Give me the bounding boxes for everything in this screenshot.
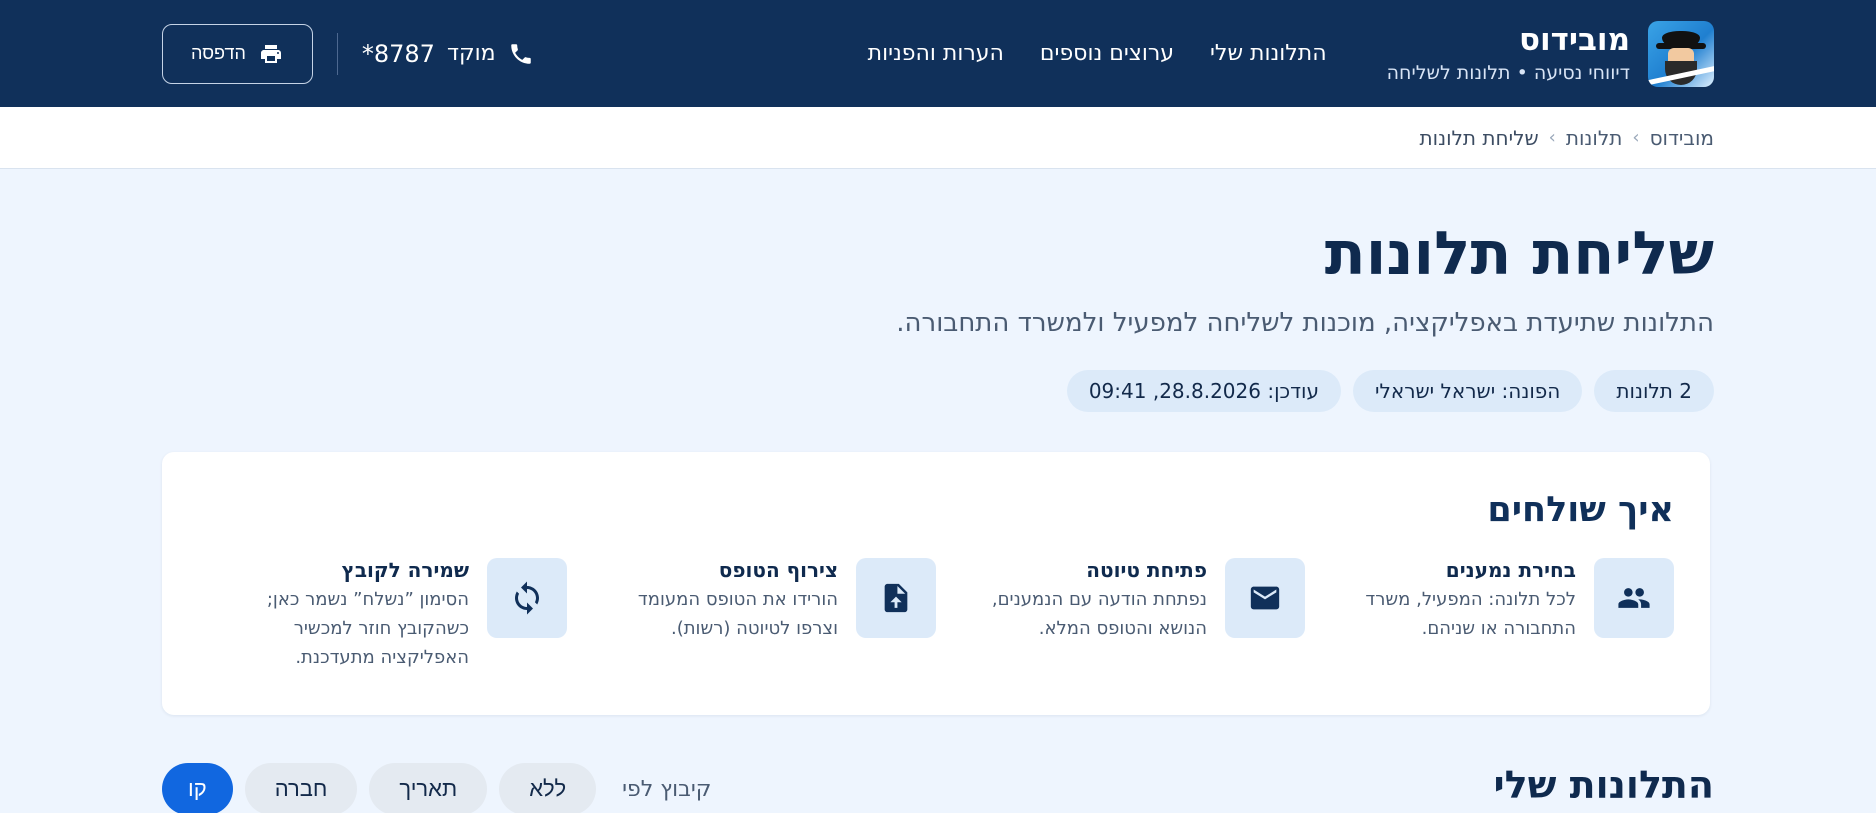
page-title: שליחת תלונות (1324, 219, 1714, 289)
nav-more-channels[interactable]: ערוצים נוספים (1040, 41, 1174, 66)
breadcrumb: מובידוס › תלונות › שליחת תלונות (0, 107, 1876, 169)
hotline-number: *8787 (361, 39, 435, 68)
step-description: לכל תלונה: המפעיל, משרד התחבורה או שניהם… (1365, 589, 1576, 639)
main-nav: התלונות שלי ערוצים נוספים הערות והפניות (868, 41, 1327, 66)
group-option-line[interactable]: קו (162, 763, 233, 813)
group-option-company[interactable]: חברה (244, 763, 358, 813)
step-description: הסימון ”נשלח” נשמר כאן; כשהקובץ חוזר למכ… (266, 589, 469, 668)
step-title: פתיחת טיוטה (1086, 558, 1207, 582)
chip-count: 2 תלונות (1594, 370, 1714, 412)
group-option-date[interactable]: תאריך (369, 763, 488, 813)
group-by-control: קו חברה תאריך ללא קיבוץ לפי (162, 763, 711, 813)
brand-name: מובידוס (1518, 22, 1630, 59)
step-open-draft: פתיחת טיוטה נפתחת הודעה עם הנמענים, הנוש… (936, 558, 1305, 672)
group-option-none[interactable]: ללא (499, 763, 597, 813)
printer-icon (260, 44, 281, 63)
step-title: בחירת נמענים (1445, 558, 1576, 582)
nav-my-complaints[interactable]: התלונות שלי (1210, 41, 1327, 66)
header-actions: מוקד *8787 הדפסה (162, 23, 534, 84)
brand-logo (1648, 20, 1714, 87)
how-to-send-card: איך שולחים בחירת נמענים לכל תלונה: המפעי… (162, 452, 1710, 715)
people-icon (1594, 558, 1674, 638)
header-divider (336, 32, 338, 75)
top-header: מובידוס דיווחי נסיעה • תלונות לשליחה התל… (0, 0, 1876, 107)
nav-notes-referrals[interactable]: הערות והפניות (868, 41, 1004, 66)
info-chips: 2 תלונות הפונה: ישראל ישראלי עודכן: 28.8… (1066, 370, 1714, 412)
sync-icon (487, 558, 567, 638)
file-upload-icon (856, 558, 936, 638)
page-subtitle: התלונות שתיעדת באפליקציה, מוכנות לשליחה … (896, 308, 1714, 338)
hotline-label: מוקד (446, 41, 496, 66)
step-title: שמירה לקובץ (341, 558, 469, 582)
step-attach-form: צירוף הטופס הורידו את הטופס המעומד וצרפו… (567, 558, 936, 672)
hotline[interactable]: מוקד *8787 (362, 40, 534, 68)
chip-applicant: הפונה: ישראל ישראלי (1353, 370, 1583, 412)
step-description: נפתחת הודעה עם הנמענים, הנושא והטופס המל… (991, 589, 1207, 639)
step-description: הורידו את הטופס המעומד וצרפו לטיוטה (רשו… (637, 589, 838, 639)
step-title: צירוף הטופס (718, 558, 838, 582)
print-label: הדפסה (191, 43, 246, 63)
envelope-icon (1225, 558, 1305, 638)
my-complaints-title: התלונות שלי (1493, 763, 1714, 807)
step-save-to-file: שמירה לקובץ הסימון ”נשלח” נשמר כאן; כשהק… (198, 558, 567, 672)
breadcrumb-item-current: שליחת תלונות (1419, 125, 1539, 150)
chevron-left-icon: › (1548, 127, 1556, 148)
steps-list: בחירת נמענים לכל תלונה: המפעיל, משרד התח… (198, 558, 1674, 672)
brand[interactable]: מובידוס דיווחי נסיעה • תלונות לשליחה (1386, 20, 1714, 87)
breadcrumb-item-home[interactable]: מובידוס (1650, 126, 1714, 150)
how-to-title: איך שולחים (1487, 490, 1674, 530)
brand-tagline: דיווחי נסיעה • תלונות לשליחה (1386, 61, 1630, 84)
print-button[interactable]: הדפסה (162, 23, 313, 84)
chevron-left-icon: › (1632, 127, 1640, 148)
breadcrumb-item-complaints[interactable]: תלונות (1566, 126, 1623, 150)
chip-updated: עודכן: 28.8.2026, 09:41 (1066, 370, 1341, 412)
group-by-label: קיבוץ לפי (622, 776, 712, 802)
step-choose-recipients: בחירת נמענים לכל תלונה: המפעיל, משרד התח… (1305, 558, 1674, 672)
phone-icon (510, 43, 531, 64)
